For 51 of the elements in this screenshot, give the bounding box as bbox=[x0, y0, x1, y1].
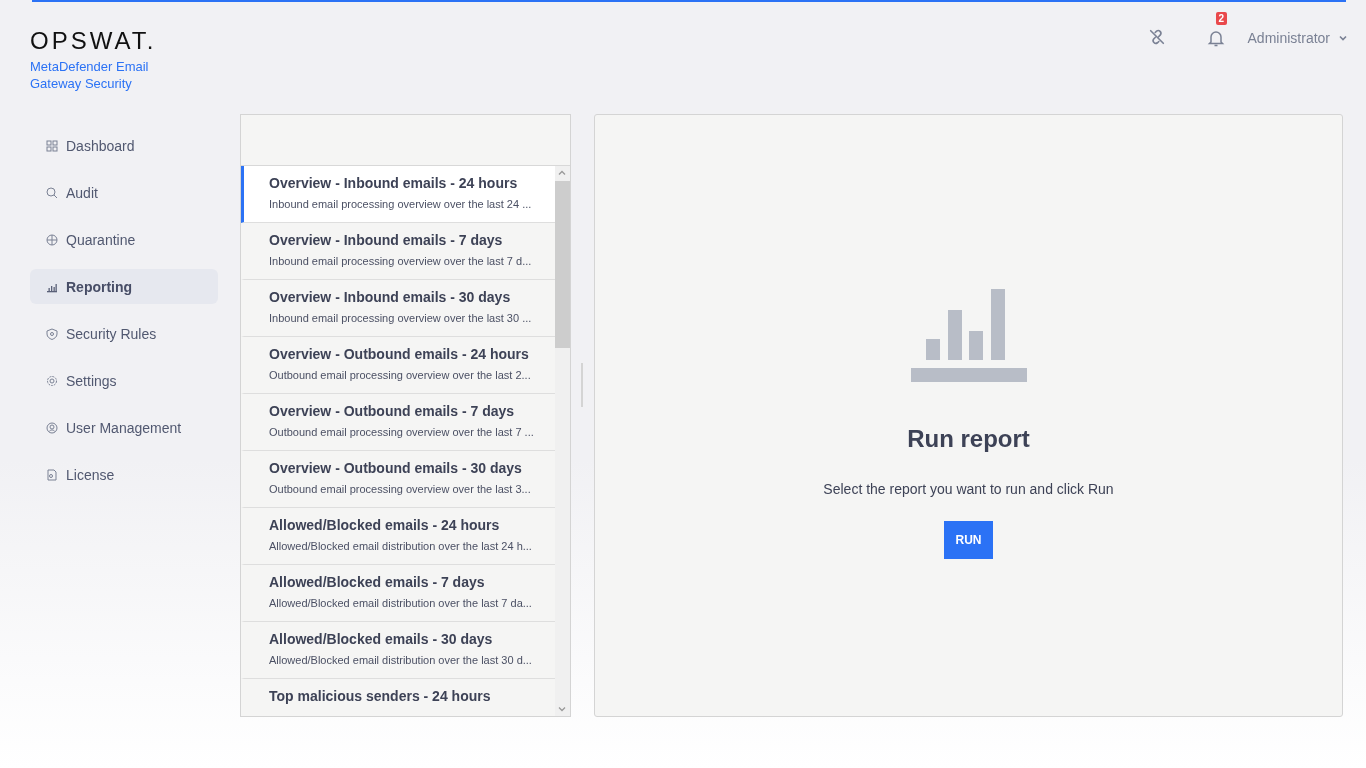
report-title: Allowed/Blocked emails - 7 days bbox=[269, 574, 486, 590]
sidebar-item[interactable]: Quarantine bbox=[30, 222, 218, 257]
document-icon bbox=[46, 468, 58, 481]
report-title: Allowed/Blocked emails - 24 hours bbox=[269, 517, 501, 533]
sidebar-item[interactable]: Security Rules bbox=[30, 316, 218, 351]
notification-badge: 2 bbox=[1215, 12, 1228, 25]
sidebar-item[interactable]: License bbox=[30, 457, 218, 492]
report-description: Outbound email processing overview over the last 3... bbox=[269, 483, 532, 495]
resize-handle[interactable] bbox=[581, 363, 583, 407]
scroll-down-icon[interactable] bbox=[557, 704, 567, 714]
sidebar-item[interactable]: User Management bbox=[30, 410, 218, 445]
report-description: Allowed/Blocked email distribution over the last 30 d... bbox=[269, 654, 533, 666]
sidebar-item[interactable]: Reporting bbox=[30, 269, 218, 304]
report-description: Inbound email processing overview over the last 30 ... bbox=[269, 312, 533, 324]
product-name: MetaDefender Email Gateway Security bbox=[30, 58, 150, 92]
globe-icon bbox=[46, 233, 58, 246]
shield-icon bbox=[46, 327, 58, 340]
run-report-message: Select the report you want to run and click Run bbox=[823, 481, 1114, 497]
report-description: Inbound email processing overview over the last 7 d... bbox=[269, 255, 533, 267]
report-description: Allowed/Blocked email distribution over the last 7 da... bbox=[269, 597, 533, 609]
sidebar-item[interactable]: Settings bbox=[30, 363, 218, 398]
bell-icon[interactable] bbox=[1205, 28, 1226, 48]
user-icon bbox=[46, 421, 58, 434]
scroll-up-icon[interactable] bbox=[557, 168, 567, 178]
gear-icon bbox=[46, 374, 58, 387]
report-title: Overview - Outbound emails - 30 days bbox=[269, 460, 523, 476]
unlink-icon[interactable] bbox=[1147, 28, 1166, 46]
report-title: Top malicious senders - 24 hours bbox=[269, 688, 492, 704]
run-report-title: Run report bbox=[907, 425, 1030, 453]
run-button[interactable]: RUN bbox=[944, 521, 993, 559]
report-item[interactable]: Overview - Inbound emails - 24 hours Inbound email processing overview over the last 24 ... bbox=[241, 166, 555, 223]
magnifier-icon bbox=[46, 186, 58, 199]
report-description: Outbound email processing overview over the last 2... bbox=[269, 369, 532, 381]
report-title: Overview - Inbound emails - 7 days bbox=[269, 232, 504, 248]
chevron-down-icon bbox=[1338, 33, 1348, 43]
scrollbar[interactable] bbox=[555, 166, 570, 716]
logo: OPSWAT. bbox=[30, 28, 158, 54]
sidebar-item[interactable]: Audit bbox=[30, 175, 218, 210]
report-title: Overview - Outbound emails - 24 hours bbox=[269, 346, 530, 362]
report-title: Overview - Inbound emails - 30 days bbox=[269, 289, 512, 305]
report-description: Outbound email processing overview over the last 7 ... bbox=[269, 426, 535, 438]
report-description: Inbound email processing overview over the last 24 ... bbox=[269, 198, 533, 210]
report-title: Allowed/Blocked emails - 30 days bbox=[269, 631, 494, 647]
scrollbar-thumb[interactable] bbox=[555, 181, 570, 348]
grid-icon bbox=[46, 139, 58, 152]
sidebar-item[interactable]: Dashboard bbox=[30, 128, 218, 163]
report-description: Allowed/Blocked email distribution over the last 24 h... bbox=[269, 540, 533, 552]
bar-chart-icon bbox=[910, 289, 1027, 383]
user-menu[interactable]: Administrator bbox=[1247, 30, 1348, 46]
report-title: Overview - Inbound emails - 24 hours bbox=[269, 175, 519, 191]
report-title: Overview - Outbound emails - 7 days bbox=[269, 403, 516, 419]
